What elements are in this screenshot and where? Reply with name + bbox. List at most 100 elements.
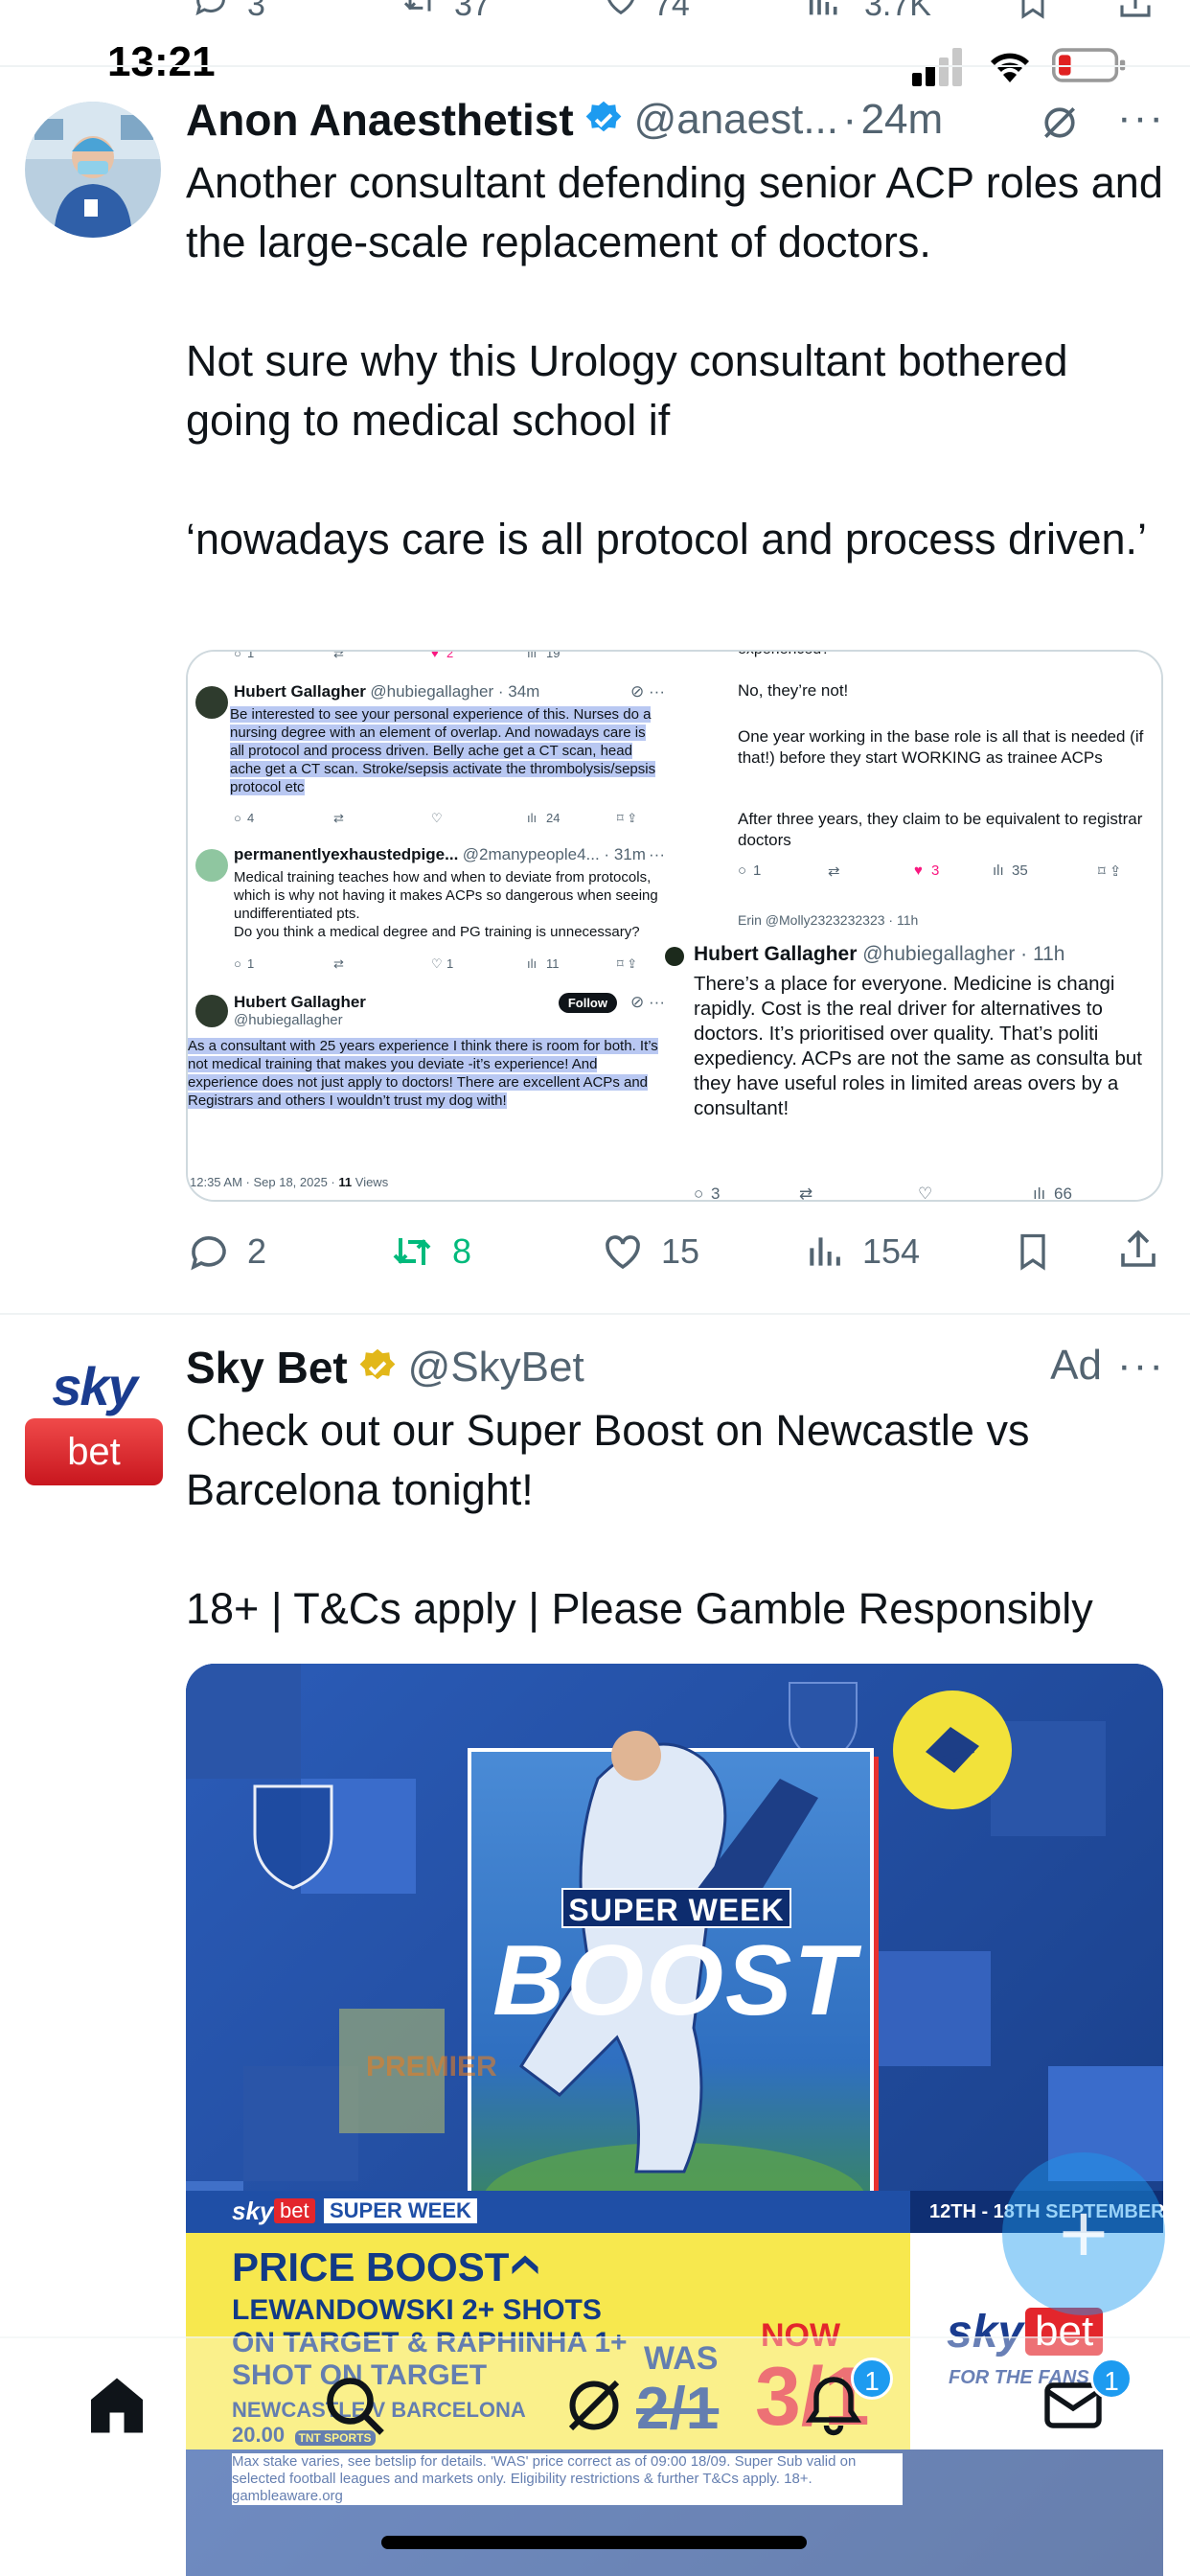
logo-bet-box: bet <box>25 1418 163 1485</box>
embed-text: After three years, they claim to be equi… <box>738 810 1143 849</box>
like-button[interactable]: 15 <box>600 1223 699 1280</box>
display-name[interactable]: Anon Anaesthetist <box>186 94 574 146</box>
embed-text: No, they’re not! <box>738 681 849 700</box>
embedded-screenshot-right-bottom: Hubert Gallagher @hubiegallagher · 11h T… <box>665 941 1161 1202</box>
ad-bg-text: PREMIER <box>366 2051 497 2082</box>
embed-views: 11 <box>546 956 560 971</box>
reply-button[interactable]: 2 <box>186 1223 266 1280</box>
reply-count: 3 <box>247 0 265 23</box>
embed-replies: 1 <box>247 956 255 971</box>
boost-chevron-icon <box>512 2255 538 2274</box>
embed-text-highlighted: As a consultant with 25 years experience… <box>188 1038 658 1109</box>
timestamp[interactable]: 24m <box>861 96 944 144</box>
embed-replies: 1 <box>753 862 762 879</box>
ad-brand-bar: sky bet SUPER WEEK <box>186 2191 910 2233</box>
reply-count: 2 <box>247 1231 267 1271</box>
embed-partial-text: experienced? <box>738 652 830 658</box>
notifications-badge: 1 <box>851 2358 893 2400</box>
media-image[interactable]: ○ 1 ⇄ ♥ 2 ılı 19 Hubert Gallagher @hubiegal… <box>186 650 1163 1202</box>
views-icon <box>810 1237 840 1266</box>
handle[interactable]: @SkyBet <box>408 1344 584 1392</box>
share-icon[interactable] <box>1115 1225 1161 1275</box>
verified-gold-badge-icon <box>359 1348 396 1380</box>
bookmark-icon[interactable] <box>1014 0 1052 23</box>
status-time: 13:21 <box>107 38 216 85</box>
embed-meta-views-label: Views <box>352 1175 389 1189</box>
grok-icon[interactable] <box>560 2371 629 2440</box>
views-count: 3.7K <box>864 0 931 23</box>
embed-likes: 1 <box>446 956 454 971</box>
embed-text: One year working in the base role is all… <box>738 727 1144 767</box>
reply-icon[interactable] <box>188 0 234 19</box>
logo-bet-text: bet <box>67 1431 121 1473</box>
repost-button[interactable]: 8 <box>387 1223 471 1280</box>
ad-bar-bet: bet <box>274 2198 315 2223</box>
home-indicator <box>381 2536 807 2549</box>
embed-handle: @hubiegallagher <box>234 1012 343 1028</box>
embed-top-actions: ○ 1 ⇄ ♥ 2 ılı 19 <box>234 650 675 663</box>
embed-replies: 3 <box>711 1184 721 1202</box>
handle[interactable]: @anaest... <box>634 96 838 144</box>
compose-button[interactable]: + <box>1002 2152 1165 2315</box>
embedded-screenshot-right-top: experienced? No, they’re not! One year w… <box>678 652 1161 939</box>
embed-views: 35 <box>1012 862 1028 879</box>
embed-views: 66 <box>1054 1184 1072 1202</box>
bookmark-icon[interactable] <box>1012 1227 1054 1276</box>
display-name[interactable]: Sky Bet <box>186 1342 348 1393</box>
tweet-text: Another consultant defending senior ACP … <box>186 158 1163 564</box>
share-icon[interactable] <box>1115 0 1156 23</box>
embed-partial-handle: Erin @Molly2323232323 · 11h <box>738 912 919 928</box>
embed-text: There’s a place for everyone. Medicine i… <box>694 973 1142 1119</box>
avatar[interactable] <box>25 102 161 238</box>
like-icon <box>606 1235 640 1270</box>
sky-bet-logo[interactable]: sky bet <box>25 1355 163 1489</box>
tweet-header: Sky Bet @SkyBet Ad ··· <box>186 1342 1171 1399</box>
embed-text-highlighted: Be interested to see your personal exper… <box>230 706 656 795</box>
status-bar: 13:21 <box>0 34 1190 92</box>
repost-icon <box>393 1238 431 1265</box>
home-icon[interactable] <box>82 2371 151 2440</box>
divider <box>0 1313 1190 1315</box>
divider <box>0 65 1190 67</box>
separator-dot: · <box>842 96 858 143</box>
embed-handle: @hubiegallagher · 11h <box>862 943 1065 965</box>
embed-text: Medical training teaches how and when to… <box>234 869 658 940</box>
embed-replies: 4 <box>247 811 255 825</box>
views-button[interactable]: 154 <box>805 1223 920 1280</box>
embed-avatar-icon <box>195 686 228 719</box>
logo-sky-text: sky <box>52 1356 137 1416</box>
embed-top-replies: 1 <box>247 650 255 660</box>
embed-avatar-icon <box>195 995 228 1027</box>
like-icon[interactable] <box>598 0 644 19</box>
grok-icon[interactable] <box>1039 102 1081 144</box>
views-icon[interactable] <box>805 0 843 21</box>
repost-count: 37 <box>454 0 491 23</box>
verified-badge-icon <box>585 101 622 132</box>
embed-follow-button: Follow <box>558 993 617 1013</box>
ad-offer-line1: LEWANDOWSKI 2+ SHOTS <box>232 2294 602 2326</box>
views-count: 154 <box>862 1231 921 1271</box>
ad-super-week-label: SUPER WEEK <box>561 1888 791 1928</box>
ad-label: Ad <box>1050 1342 1102 1389</box>
tweet-actions: 2 8 15 154 <box>186 1223 1163 1280</box>
embed-handle: @2manypeople4... · 31m <box>462 845 646 863</box>
repost-icon[interactable] <box>397 0 443 19</box>
messages-badge: 1 <box>1090 2358 1133 2400</box>
embed-top-likes: 2 <box>446 650 454 660</box>
compose-plus-icon: + <box>1059 2186 1109 2281</box>
embed-top-views: 19 <box>546 650 561 660</box>
ad-boost-text: BOOST <box>492 1925 857 2036</box>
embedded-screenshot-left: ○ 1 ⇄ ♥ 2 ılı 19 Hubert Gallagher @hubiegal… <box>188 650 676 1200</box>
embed-avatar-icon <box>195 849 228 882</box>
repost-count: 8 <box>452 1231 472 1271</box>
more-options-icon[interactable]: ··· <box>1117 1342 1165 1390</box>
tweet-text: Check out our Super Boost on Newcastle v… <box>186 1406 1093 1633</box>
embed-name: Hubert Gallagher <box>234 682 366 701</box>
embed-likes: 3 <box>931 862 940 879</box>
embed-views: 24 <box>546 811 561 825</box>
embed-handle: @hubiegallagher · 34m <box>370 682 540 701</box>
like-count: 74 <box>653 0 690 23</box>
more-options-icon[interactable]: ··· <box>1117 94 1165 142</box>
search-icon[interactable] <box>320 2371 389 2440</box>
reply-icon <box>191 1236 226 1271</box>
